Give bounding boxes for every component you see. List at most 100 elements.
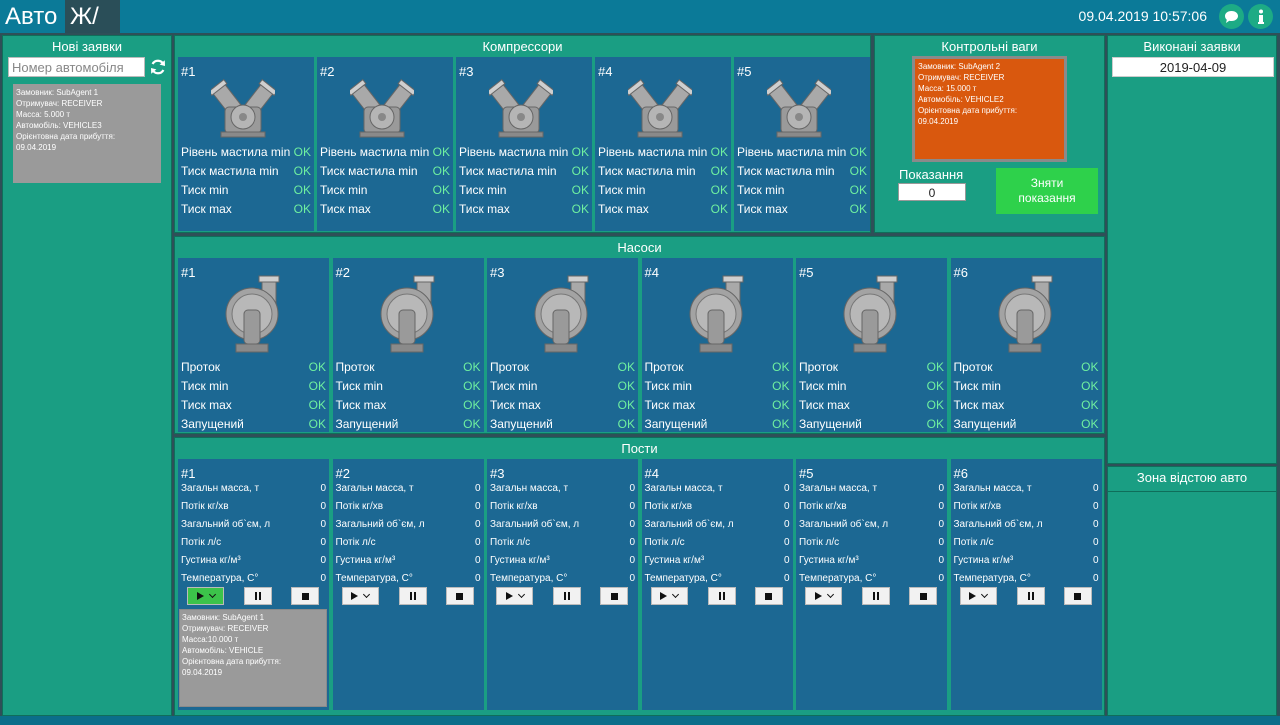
metric-label: Потік кг/хв bbox=[644, 501, 693, 512]
status-row: Тиск max OK bbox=[490, 398, 635, 412]
metric-label: Потік л/с bbox=[953, 537, 994, 548]
status-label: Рівень мастила min bbox=[598, 145, 708, 159]
status-value: OK bbox=[571, 164, 589, 178]
stop-button[interactable] bbox=[1063, 587, 1092, 605]
chat-button[interactable] bbox=[1219, 4, 1244, 29]
metric-row: Загальний об`єм, л 0 bbox=[645, 519, 790, 530]
stop-button[interactable] bbox=[291, 587, 319, 605]
status-value: OK bbox=[710, 183, 728, 197]
pause-button[interactable] bbox=[553, 587, 581, 605]
metric-value: 0 bbox=[1092, 537, 1099, 548]
parking-zone-title: Зона відстою авто bbox=[1136, 470, 1248, 485]
tab-auto[interactable]: Авто bbox=[0, 0, 63, 33]
pause-icon bbox=[718, 592, 725, 600]
stop-button[interactable] bbox=[445, 587, 474, 605]
pump-tile: #1 Проток OK Тиск min OK Тиск max OK Запущений… bbox=[178, 258, 329, 432]
status-value: OK bbox=[293, 145, 311, 159]
status-value: OK bbox=[1081, 417, 1099, 431]
pump-number: #1 bbox=[181, 265, 196, 280]
post-number: #1 bbox=[181, 466, 196, 481]
status-value: OK bbox=[926, 379, 944, 393]
metric-row: Температура, С° 0 bbox=[799, 573, 944, 584]
pause-button[interactable] bbox=[244, 587, 272, 605]
metric-value: 0 bbox=[629, 555, 635, 566]
compressor-tile: #1 Рівень мастила min OK Тиск мастила min O… bbox=[178, 57, 314, 231]
metric-row: Загальн масса, т 0 bbox=[645, 483, 790, 494]
metric-value: 0 bbox=[938, 483, 944, 494]
stop-icon bbox=[610, 592, 618, 600]
info-button[interactable] bbox=[1248, 4, 1273, 29]
tab-rail[interactable]: Ж/Д bbox=[65, 0, 120, 63]
metric-value: 0 bbox=[783, 501, 790, 512]
completed-date-field[interactable]: 2019-04-09 bbox=[1112, 57, 1274, 77]
metric-value: 0 bbox=[474, 519, 481, 530]
compressor-icon bbox=[350, 78, 414, 138]
status-row: Запущений OK bbox=[954, 417, 1099, 431]
stop-button[interactable] bbox=[909, 587, 937, 605]
status-value: OK bbox=[849, 202, 867, 216]
scale-request-card[interactable]: Замовник: SubAgent 2 Отримувач: RECEIVER… bbox=[912, 56, 1067, 162]
compressors-panel: Компрессори #1 Рівень мастила min OK Тиск … bbox=[174, 35, 871, 233]
card-line: Масса: 5.000 т bbox=[16, 110, 71, 119]
status-value: OK bbox=[463, 398, 481, 412]
refresh-icon[interactable] bbox=[149, 58, 167, 76]
play-button[interactable] bbox=[650, 587, 688, 605]
status-label: Тиск min bbox=[598, 183, 646, 197]
metric-value: 0 bbox=[938, 537, 944, 548]
metric-row: Загальний об`єм, л 0 bbox=[490, 519, 635, 530]
pause-button[interactable] bbox=[398, 587, 427, 605]
play-button[interactable] bbox=[496, 587, 533, 605]
status-label: Тиск мастила min bbox=[459, 164, 557, 178]
metric-label: Температура, С° bbox=[181, 573, 259, 584]
compressor-icon bbox=[767, 78, 831, 138]
pause-icon bbox=[409, 592, 416, 600]
vehicle-search-input[interactable] bbox=[8, 57, 145, 77]
status-row: Тиск мастила min OK bbox=[737, 164, 867, 178]
metric-row: Загальний об`єм, л 0 bbox=[799, 519, 944, 530]
metric-label: Загальний об`єм, л bbox=[953, 519, 1043, 530]
play-button[interactable] bbox=[187, 587, 224, 605]
stop-button[interactable] bbox=[754, 587, 783, 605]
card-line: Отримувач: RECEIVER bbox=[918, 73, 1005, 82]
request-card[interactable]: Замовник: SubAgent 1 Отримувач: RECEIVER… bbox=[13, 84, 161, 183]
metric-value: 0 bbox=[783, 555, 790, 566]
metric-label: Температура, С° bbox=[490, 573, 568, 584]
metric-value: 0 bbox=[474, 555, 481, 566]
completed-requests-panel: Виконані заявки 2019-04-09 bbox=[1107, 35, 1277, 464]
take-readings-button[interactable]: Зняти показання bbox=[996, 168, 1098, 214]
metric-label: Потік кг/хв bbox=[335, 501, 384, 512]
status-row: Тиск max OK bbox=[459, 202, 589, 216]
metric-row: Густина кг/м³ 0 bbox=[799, 555, 944, 566]
status-label: Проток bbox=[644, 360, 684, 374]
metric-value: 0 bbox=[320, 537, 326, 548]
metric-row: Потік л/с 0 bbox=[336, 537, 481, 548]
play-icon bbox=[660, 592, 667, 600]
pause-button[interactable] bbox=[707, 587, 736, 605]
play-button[interactable] bbox=[959, 587, 997, 605]
play-button[interactable] bbox=[805, 587, 842, 605]
status-label: Запущений bbox=[335, 417, 399, 431]
status-label: Запущений bbox=[799, 417, 862, 431]
status-label: Тиск мастила min bbox=[737, 164, 835, 178]
post-number: #3 bbox=[490, 466, 505, 481]
status-row: Тиск max OK bbox=[320, 202, 450, 216]
metric-value: 0 bbox=[320, 483, 326, 494]
play-icon bbox=[969, 592, 976, 600]
status-label: Проток bbox=[799, 360, 838, 374]
play-button[interactable] bbox=[341, 587, 379, 605]
metric-row: Температура, С° 0 bbox=[490, 573, 635, 584]
status-row: Тиск min OK bbox=[598, 183, 728, 197]
status-row: Тиск min OK bbox=[336, 379, 481, 393]
stop-button[interactable] bbox=[600, 587, 628, 605]
status-value: OK bbox=[432, 164, 450, 178]
metric-label: Потік л/с bbox=[490, 537, 531, 548]
card-line: Замовник: SubAgent 1 bbox=[182, 613, 265, 622]
metric-label: Температура, С° bbox=[644, 573, 722, 584]
status-value: OK bbox=[1081, 379, 1099, 393]
post-request-card[interactable]: Замовник: SubAgent 1 Отримувач: RECEIVER М… bbox=[179, 609, 327, 707]
pause-button[interactable] bbox=[1016, 587, 1045, 605]
pause-button[interactable] bbox=[862, 587, 890, 605]
pump-icon bbox=[380, 275, 434, 353]
metric-row: Загальн масса, т 0 bbox=[336, 483, 481, 494]
card-line: Орієнтовна дата прибуття: bbox=[16, 132, 116, 141]
